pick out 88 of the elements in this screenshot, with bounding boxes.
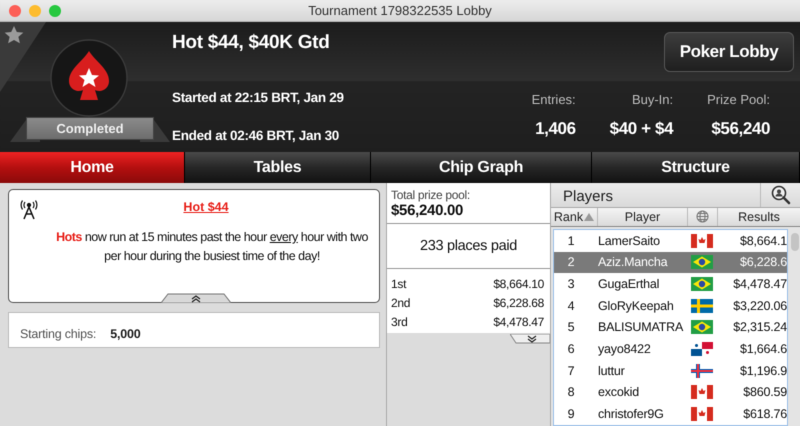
stat-value: $56,240 (711, 119, 770, 139)
column-header[interactable]: Results (718, 208, 800, 226)
player-result: $3,220.06 (732, 298, 787, 313)
prize-place: 3rd (391, 314, 408, 328)
total-prize-value: $56,240.00 (391, 202, 464, 219)
flag-icon (691, 255, 713, 270)
player-result: $2,315.24 (732, 320, 787, 334)
player-rank: 3 (566, 277, 576, 292)
flag-icon (691, 277, 713, 292)
stat-label: Prize Pool: (707, 92, 770, 107)
column-header[interactable]: Player (598, 208, 688, 226)
tab[interactable]: Tables (185, 152, 371, 183)
sort-ascending-icon (584, 212, 594, 221)
player-name: GloRyKeepah (598, 298, 675, 313)
prize-place: 2nd (391, 296, 410, 310)
total-prize-label: Total prize pool: (391, 188, 471, 202)
player-name: BALISUMATRA (598, 320, 684, 334)
player-rank: 9 (566, 407, 576, 422)
player-name: excokid (598, 385, 640, 400)
stat-label: Buy-In: (632, 92, 674, 107)
player-row[interactable]: 1 LamerSaito $8,664.1 (554, 230, 787, 252)
player-result: $8,664.1 (738, 234, 787, 248)
starting-chips-label: Starting chips: (20, 327, 96, 341)
flag-icon (691, 298, 713, 313)
stat-label: Entries: (532, 92, 576, 107)
search-icon (770, 184, 792, 206)
places-paid: 233 places paid (420, 238, 518, 254)
prize-amount: $8,664.10 (493, 276, 544, 290)
player-result: $1,196.9 (738, 364, 787, 378)
tab[interactable]: Structure (592, 152, 800, 183)
flag-icon (691, 364, 713, 378)
player-row[interactable]: 2 Aziz.Mancha $6,228.6 (554, 252, 787, 274)
flag-icon (691, 385, 713, 400)
player-row[interactable]: 7 luttur $1,196.9 (554, 360, 787, 382)
player-rank: 7 (566, 364, 576, 378)
window-title: Tournament 1798322535 Lobby (308, 3, 492, 18)
player-row[interactable]: 9 christofer9G $618.76 (554, 403, 787, 425)
player-row[interactable]: 8 excokid $860.59 (554, 382, 787, 404)
starting-chips-value: 5,000 (110, 327, 140, 341)
flag-icon (691, 234, 713, 248)
globe-icon (696, 210, 709, 224)
flag-icon (691, 407, 713, 422)
favorite-star-icon[interactable] (0, 22, 46, 92)
player-rank: 8 (566, 385, 576, 400)
prize-amount: $4,478.47 (493, 314, 544, 328)
players-title: Players (562, 187, 614, 207)
player-name: Aziz.Mancha (598, 255, 669, 270)
player-result: $860.59 (742, 385, 787, 400)
flag-icon (691, 320, 713, 334)
status-label: Completed (26, 117, 154, 140)
stat-value: $40 + $4 (610, 119, 674, 139)
tab[interactable]: Home (0, 152, 185, 183)
antenna-icon (19, 200, 39, 220)
player-name: GugaErthal (598, 277, 660, 292)
spade-logo-icon (50, 39, 128, 117)
flag-icon (691, 342, 713, 356)
player-name: LamerSaito (598, 234, 661, 248)
player-name: luttur (598, 364, 626, 378)
prize-amount: $6,228.68 (493, 296, 544, 310)
player-name: christofer9G (598, 407, 665, 422)
player-row[interactable]: 4 GloRyKeepah $3,220.06 (554, 294, 787, 317)
start-time: Started at 22:15 BRT, Jan 29 (172, 90, 344, 105)
collapse-toggle-icon[interactable] (161, 293, 231, 303)
player-result: $6,228.6 (738, 255, 787, 270)
tournament-name: Hot $44, $40K Gtd (172, 32, 330, 54)
player-rank: 5 (566, 320, 576, 334)
player-result: $1,664.6 (738, 342, 787, 356)
column-header[interactable]: Rank (551, 208, 598, 226)
expand-toggle-icon[interactable] (510, 334, 550, 345)
player-rank: 4 (566, 298, 576, 313)
close-button[interactable] (9, 4, 21, 16)
player-rank: 2 (566, 255, 576, 270)
poker-lobby-button[interactable]: Poker Lobby (664, 32, 794, 72)
scrollbar-thumb[interactable] (791, 233, 799, 251)
prize-place: 1st (391, 276, 406, 290)
player-result: $4,478.47 (732, 277, 787, 292)
player-result: $618.76 (742, 407, 787, 422)
player-row[interactable]: 6 yayo8422 $1,664.6 (554, 338, 787, 360)
player-row[interactable]: 3 GugaErthal $4,478.47 (554, 273, 787, 295)
news-title[interactable]: Hot $44 (183, 200, 229, 214)
player-row[interactable]: 5 BALISUMATRA $2,315.24 (554, 316, 787, 338)
news-message: Hots now run at 15 minutes past the hour every hour with two per hour during the busiest time of the day! (55, 229, 369, 265)
tab[interactable]: Chip Graph (371, 152, 592, 183)
player-name: yayo8422 (598, 342, 652, 356)
player-rank: 6 (566, 342, 576, 356)
stat-value: 1,406 (535, 119, 576, 139)
end-time: Ended at 02:46 BRT, Jan 30 (172, 128, 340, 143)
player-rank: 1 (566, 234, 576, 248)
